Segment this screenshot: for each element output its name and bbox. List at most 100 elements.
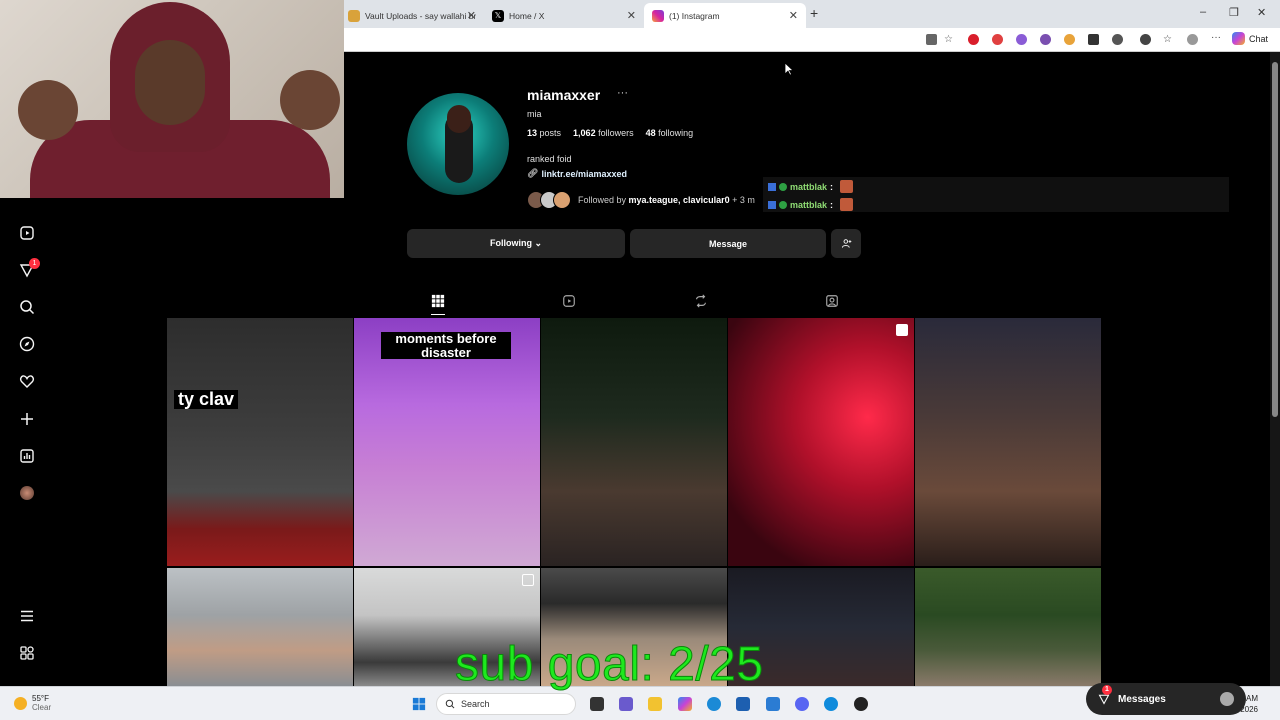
store-icon[interactable] <box>736 697 750 711</box>
post-tile[interactable] <box>541 318 727 566</box>
post-caption: ty clav <box>174 390 239 409</box>
extension-icon[interactable] <box>968 34 979 45</box>
close-window-button[interactable]: ✕ <box>1257 6 1266 19</box>
minimize-button[interactable]: – <box>1200 6 1206 18</box>
weather-text: 55°F Clear <box>32 694 51 712</box>
app-icon[interactable] <box>926 34 937 45</box>
profile-full-name: mia <box>527 109 542 119</box>
extension-icon[interactable] <box>1040 34 1051 45</box>
close-tab-icon[interactable]: ✕ <box>467 9 476 22</box>
notifications-heart-icon[interactable] <box>18 372 36 390</box>
edge-browser-icon[interactable] <box>707 697 721 711</box>
posts-grid-icon[interactable] <box>430 293 446 309</box>
app-icon[interactable] <box>824 697 838 711</box>
profile-link[interactable]: 🔗︎ linktr.ee/miamaxxed <box>527 168 627 179</box>
tab-vault-uploads[interactable]: Vault Uploads - say wallahi bro sc ✕ <box>340 3 484 28</box>
post-tile[interactable] <box>915 568 1101 686</box>
scrollbar-thumb[interactable] <box>1272 62 1278 417</box>
profile-stats: 13 posts 1,062 followers 48 following <box>527 128 693 138</box>
extension-icon[interactable] <box>1088 34 1099 45</box>
weather-widget[interactable]: 55°F Clear <box>14 694 51 712</box>
chat-message: mattblak : <box>768 198 854 211</box>
weather-condition: Clear <box>32 703 52 712</box>
sun-icon <box>14 696 27 710</box>
webcam-overlay <box>0 0 344 198</box>
tagged-tab-icon[interactable] <box>824 293 840 309</box>
extension-icon[interactable] <box>992 34 1003 45</box>
following-label: following <box>658 128 694 138</box>
chat-username: mattblak <box>790 199 828 210</box>
profile-username: miamaxxer <box>527 87 601 103</box>
messages-avatar <box>1220 692 1234 706</box>
x-logo-icon: 𝕏 <box>492 9 504 22</box>
webcam-person-hand <box>18 80 78 140</box>
post-tile[interactable] <box>728 318 914 566</box>
post-tile[interactable] <box>915 318 1101 566</box>
more-options-icon[interactable]: ··· <box>617 87 628 99</box>
suggested-users-button[interactable] <box>831 229 861 258</box>
following-stat[interactable]: 48 following <box>646 128 694 138</box>
search-icon[interactable] <box>18 298 36 316</box>
favorites-icon[interactable]: ☆ <box>1163 34 1174 45</box>
sub-goal-overlay: sub goal: 2/25 <box>455 638 764 692</box>
chat-badge-icon <box>768 182 776 191</box>
tab-home-x[interactable]: 𝕏 Home / X ✕ <box>484 3 644 28</box>
reels-tab-icon[interactable] <box>561 293 577 309</box>
chat-username: mattblak <box>790 181 828 192</box>
tab-title: (1) Instagram <box>669 10 720 21</box>
extension-icon[interactable] <box>1112 34 1123 45</box>
taskbar-search[interactable]: Search <box>436 693 576 715</box>
profile-avatar[interactable] <box>20 486 34 500</box>
copilot-icon[interactable] <box>678 697 692 711</box>
new-tab-button[interactable]: + <box>810 5 818 21</box>
start-windows-icon[interactable] <box>412 697 426 711</box>
extension-icon[interactable] <box>1016 34 1027 45</box>
profile-bio: ranked foid <box>527 154 572 164</box>
tab-instagram[interactable]: (1) Instagram ✕ <box>644 3 806 28</box>
maximize-button[interactable]: ❐ <box>1229 6 1239 19</box>
extension-icon[interactable] <box>1064 34 1075 45</box>
screen: Vault Uploads - say wallahi bro sc ✕ 𝕏 H… <box>0 0 1280 720</box>
obs-icon[interactable] <box>854 697 868 711</box>
reposts-tab-icon[interactable] <box>693 293 709 309</box>
outlook-icon[interactable] <box>766 697 780 711</box>
chat-emote-icon <box>840 180 854 193</box>
add-person-icon <box>841 239 851 248</box>
teams-icon[interactable] <box>619 697 633 711</box>
close-tab-icon[interactable]: ✕ <box>789 9 798 22</box>
chat-label: Chat <box>1248 33 1268 44</box>
messages-pill[interactable]: 1 Messages <box>1086 683 1246 715</box>
address-bar[interactable] <box>344 30 914 50</box>
discord-icon[interactable] <box>795 697 809 711</box>
reels-icon[interactable] <box>18 224 36 242</box>
menu-icon[interactable] <box>18 607 36 625</box>
create-plus-icon[interactable] <box>18 410 36 428</box>
followed-by[interactable]: Followed by mya.teague, clavicular0 + 3 … <box>527 190 755 210</box>
post-tile[interactable] <box>167 568 353 686</box>
chat-badge-icon <box>779 182 787 191</box>
posts-grid: ty clav moments before disaster <box>167 318 1102 686</box>
task-view-icon[interactable] <box>590 697 604 711</box>
file-explorer-icon[interactable] <box>648 697 662 711</box>
explore-icon[interactable] <box>18 335 36 353</box>
post-tile[interactable]: ty clav <box>167 318 353 566</box>
followers-stat[interactable]: 1,062 followers <box>573 128 634 138</box>
extension-icon[interactable] <box>1140 34 1151 45</box>
also-from-meta-icon[interactable] <box>18 644 36 662</box>
close-tab-icon[interactable]: ✕ <box>627 9 636 22</box>
followed-by-text: Followed by mya.teague, clavicular0 + 3 … <box>578 195 755 205</box>
page-scrollbar[interactable] <box>1270 52 1280 686</box>
weather-temp: 55°F <box>32 694 49 703</box>
following-button[interactable]: Following ⌄ <box>407 229 625 258</box>
profile-icon[interactable] <box>1187 34 1198 45</box>
followers-count: 1,062 <box>573 128 596 138</box>
post-tile[interactable]: moments before disaster <box>354 318 540 566</box>
settings-more-icon[interactable]: ··· <box>1211 33 1222 45</box>
messages-label: Messages <box>1118 693 1166 705</box>
profile-picture[interactable] <box>407 93 509 195</box>
dashboard-icon[interactable] <box>18 447 36 465</box>
copilot-chat-button[interactable]: Chat <box>1231 32 1268 45</box>
message-button[interactable]: Message <box>630 229 826 258</box>
favorite-star-icon[interactable]: ☆ <box>944 34 955 45</box>
followed-by-names: mya.teague, clavicular0 <box>628 195 730 205</box>
